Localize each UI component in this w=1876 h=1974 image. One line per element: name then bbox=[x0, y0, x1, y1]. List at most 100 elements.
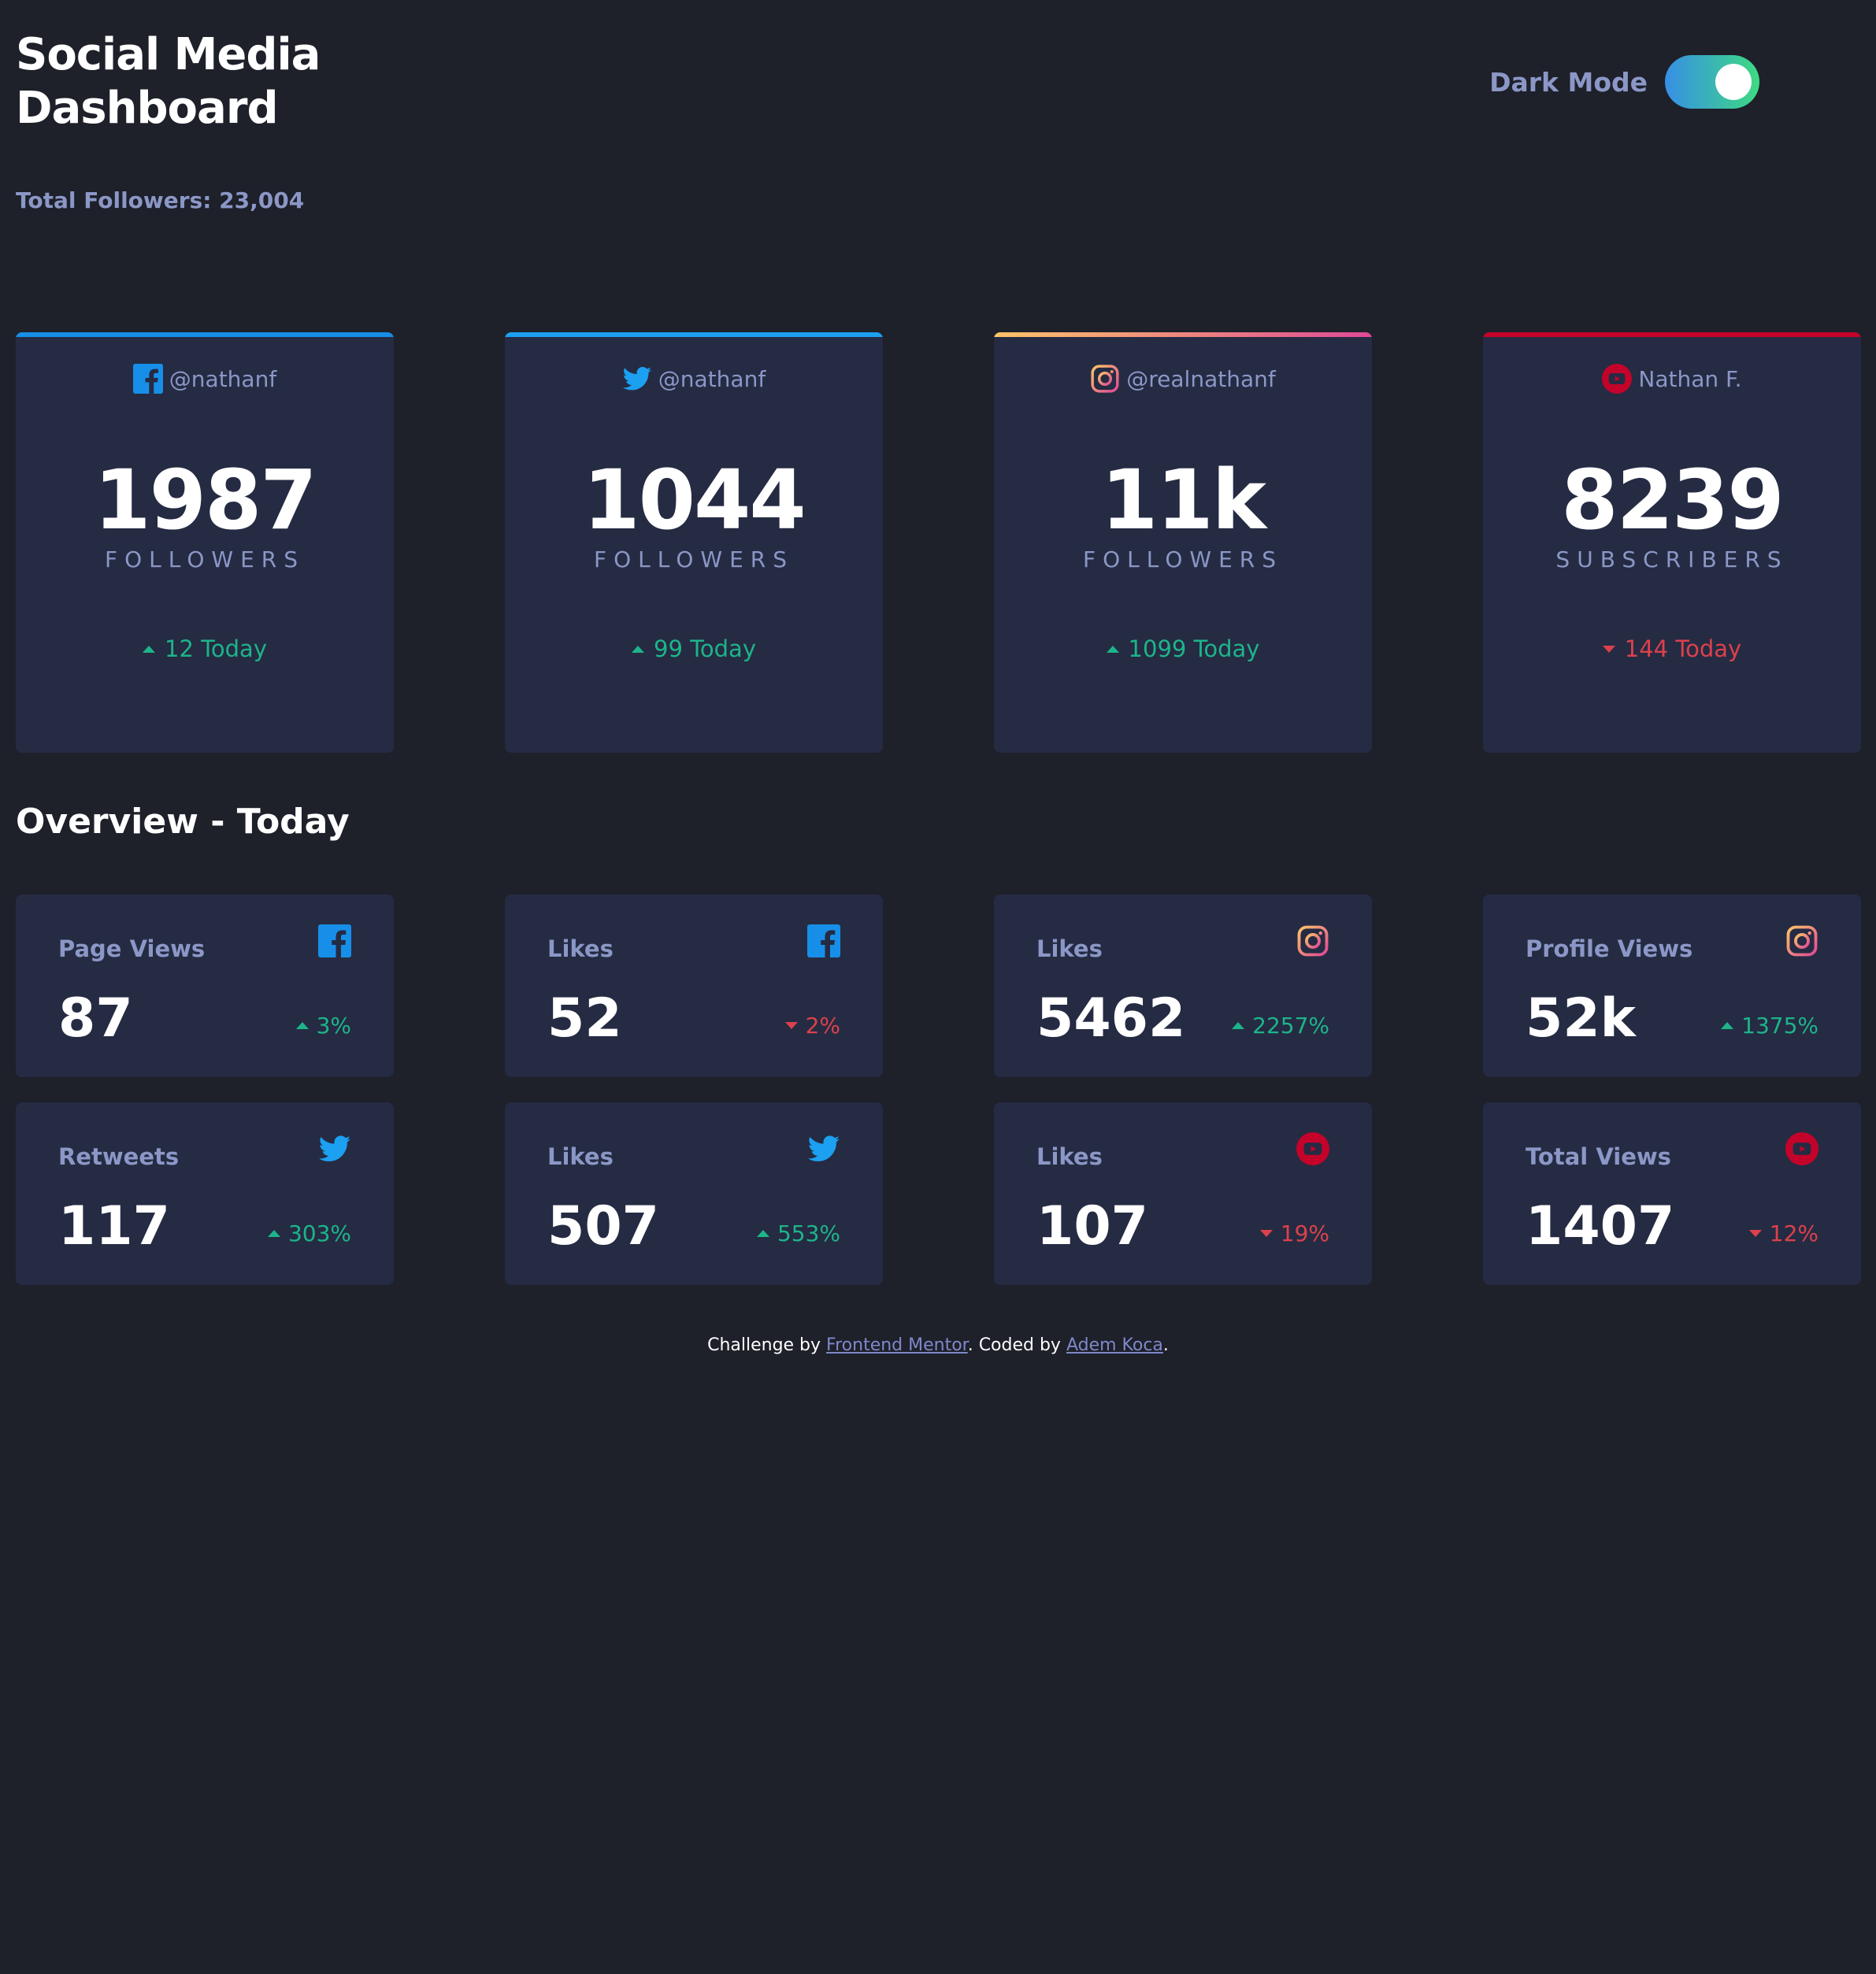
arrow-up-icon bbox=[295, 1022, 309, 1029]
dark-mode-toggle[interactable] bbox=[1665, 55, 1759, 109]
arrow-up-icon bbox=[632, 645, 644, 653]
card-twitter-followers[interactable]: @nathanf 1044 FOLLOWERS 99 Today bbox=[505, 332, 883, 753]
follower-unit: FOLLOWERS bbox=[105, 546, 305, 572]
overview-change: 12% bbox=[1748, 1220, 1819, 1246]
card-facebook-followers[interactable]: @nathanf 1987 FOLLOWERS 12 Today bbox=[16, 332, 394, 753]
card-handle: @nathanf bbox=[658, 365, 766, 392]
author-link[interactable]: Adem Koca bbox=[1066, 1335, 1163, 1355]
overview-card-twitter-likes[interactable]: Likes 507 553% bbox=[505, 1102, 883, 1285]
frontend-mentor-link[interactable]: Frontend Mentor bbox=[826, 1335, 968, 1355]
today-change-text: 144 Today bbox=[1624, 635, 1742, 662]
card-handle: Nathan F. bbox=[1638, 365, 1742, 392]
overview-value: 117 bbox=[58, 1195, 170, 1257]
dark-mode-label: Dark Mode bbox=[1489, 66, 1648, 98]
overview-change-text: 553% bbox=[777, 1220, 840, 1246]
arrow-down-icon bbox=[1748, 1230, 1762, 1237]
footer-suffix: . bbox=[1162, 1335, 1169, 1355]
facebook-icon bbox=[807, 924, 840, 957]
today-change: 99 Today bbox=[505, 635, 883, 662]
today-change: 144 Today bbox=[1483, 635, 1861, 662]
overview-label: Likes bbox=[1036, 935, 1103, 962]
instagram-icon bbox=[1785, 924, 1819, 957]
youtube-icon bbox=[1296, 1132, 1329, 1165]
arrow-down-icon bbox=[1259, 1230, 1273, 1237]
overview-change-text: 19% bbox=[1280, 1220, 1329, 1246]
arrow-up-icon bbox=[1232, 1022, 1245, 1029]
arrow-up-icon bbox=[756, 1230, 769, 1237]
overview-change: 1375% bbox=[1721, 1013, 1819, 1039]
overview-label: Retweets bbox=[58, 1143, 180, 1170]
youtube-icon bbox=[1785, 1132, 1819, 1165]
overview-change: 2% bbox=[784, 1013, 840, 1039]
overview-change: 303% bbox=[267, 1220, 351, 1246]
overview-label: Likes bbox=[547, 935, 614, 962]
overview-value: 52k bbox=[1526, 987, 1636, 1050]
overview-change: 19% bbox=[1259, 1220, 1329, 1246]
overview-change-text: 2% bbox=[805, 1013, 840, 1039]
today-change-text: 99 Today bbox=[654, 635, 756, 662]
overview-value: 107 bbox=[1036, 1195, 1148, 1257]
card-accent-bar bbox=[16, 332, 394, 337]
overview-value: 1407 bbox=[1526, 1195, 1675, 1257]
page-title: Social Media Dashboard bbox=[16, 29, 321, 134]
footer-prefix: Challenge by bbox=[707, 1335, 827, 1355]
dark-mode-control: Dark Mode bbox=[1489, 55, 1759, 109]
attribution-footer: Challenge by Frontend Mentor. Coded by A… bbox=[0, 1335, 1876, 1355]
overview-change: 3% bbox=[295, 1013, 351, 1039]
card-accent-bar bbox=[1483, 332, 1861, 337]
today-change-text: 12 Today bbox=[165, 635, 267, 662]
overview-change: 553% bbox=[756, 1220, 840, 1246]
card-handle: @realnathanf bbox=[1126, 365, 1276, 392]
subscriber-unit: SUBSCRIBERS bbox=[1555, 546, 1789, 572]
arrow-down-icon bbox=[784, 1022, 798, 1029]
arrow-up-icon bbox=[1106, 645, 1119, 653]
twitter-icon bbox=[807, 1132, 840, 1165]
overview-value: 5462 bbox=[1036, 987, 1186, 1050]
follower-unit: FOLLOWERS bbox=[1083, 546, 1283, 572]
overview-change-text: 12% bbox=[1769, 1220, 1819, 1246]
follower-count: 1044 bbox=[583, 452, 806, 548]
arrow-up-icon bbox=[267, 1230, 280, 1237]
overview-label: Total Views bbox=[1526, 1143, 1671, 1170]
overview-card-facebook-page-views[interactable]: Page Views 87 3% bbox=[16, 894, 394, 1077]
today-change: 12 Today bbox=[16, 635, 394, 662]
overview-card-twitter-retweets[interactable]: Retweets 117 303% bbox=[16, 1102, 394, 1285]
overview-label: Page Views bbox=[58, 935, 206, 962]
overview-change-text: 1375% bbox=[1741, 1013, 1819, 1039]
instagram-icon bbox=[1090, 364, 1120, 394]
twitter-icon bbox=[622, 364, 652, 394]
facebook-icon bbox=[132, 364, 163, 394]
arrow-up-icon bbox=[143, 645, 155, 653]
youtube-icon bbox=[1602, 364, 1633, 394]
card-handle-row: @realnathanf bbox=[994, 364, 1372, 394]
overview-change-text: 3% bbox=[316, 1013, 351, 1039]
follower-count: 11k bbox=[1101, 452, 1266, 548]
today-change-text: 1099 Today bbox=[1128, 635, 1260, 662]
card-handle-row: @nathanf bbox=[16, 364, 394, 394]
overview-label: Likes bbox=[1036, 1143, 1103, 1170]
twitter-icon bbox=[318, 1132, 351, 1165]
overview-card-instagram-likes[interactable]: Likes 5462 2257% bbox=[994, 894, 1372, 1077]
overview-card-facebook-likes[interactable]: Likes 52 2% bbox=[505, 894, 883, 1077]
overview-card-youtube-likes[interactable]: Likes 107 19% bbox=[994, 1102, 1372, 1285]
follower-unit: FOLLOWERS bbox=[594, 546, 794, 572]
overview-label: Likes bbox=[547, 1143, 614, 1170]
card-accent-bar bbox=[994, 332, 1372, 337]
overview-card-instagram-profile-views[interactable]: Profile Views 52k 1375% bbox=[1483, 894, 1861, 1077]
today-change: 1099 Today bbox=[994, 635, 1372, 662]
card-handle: @nathanf bbox=[169, 365, 277, 392]
overview-heading: Overview - Today bbox=[16, 802, 350, 842]
card-youtube-subscribers[interactable]: Nathan F. 8239 SUBSCRIBERS 144 Today bbox=[1483, 332, 1861, 753]
overview-change-text: 2257% bbox=[1252, 1013, 1329, 1039]
overview-card-youtube-total-views[interactable]: Total Views 1407 12% bbox=[1483, 1102, 1861, 1285]
overview-label: Profile Views bbox=[1526, 935, 1693, 962]
footer-middle: . Coded by bbox=[967, 1335, 1066, 1355]
arrow-down-icon bbox=[1602, 645, 1615, 653]
total-followers: Total Followers: 23,004 bbox=[16, 187, 305, 213]
overview-change: 2257% bbox=[1232, 1013, 1329, 1039]
card-handle-row: Nathan F. bbox=[1483, 364, 1861, 394]
card-instagram-followers[interactable]: @realnathanf 11k FOLLOWERS 1099 Today bbox=[994, 332, 1372, 753]
toggle-knob bbox=[1715, 64, 1752, 100]
card-accent-bar bbox=[505, 332, 883, 337]
card-handle-row: @nathanf bbox=[505, 364, 883, 394]
